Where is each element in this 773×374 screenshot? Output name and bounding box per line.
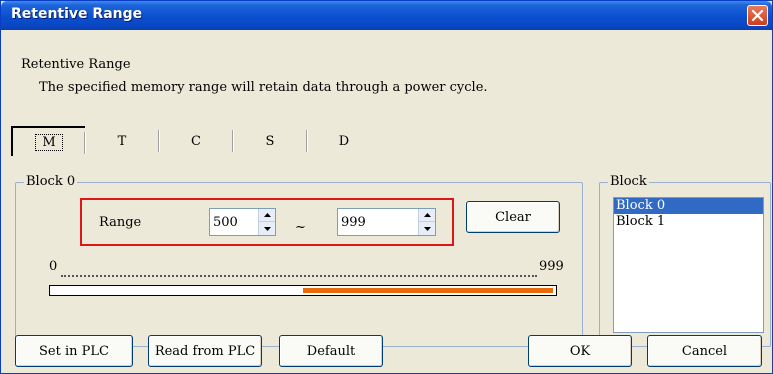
scale-max-label: 999 bbox=[539, 259, 564, 274]
spin-up-icon[interactable] bbox=[419, 209, 435, 222]
tab-m[interactable]: M bbox=[11, 126, 85, 156]
range-start-value[interactable]: 500 bbox=[213, 215, 238, 230]
block-settings-group: Block 0 Range 500 ~ 999 Clear 0 999 bbox=[15, 174, 583, 347]
range-highlight: Range 500 ~ 999 bbox=[80, 198, 454, 246]
tab-s[interactable]: S bbox=[233, 126, 307, 156]
clear-button[interactable]: Clear bbox=[466, 201, 560, 233]
tab-s-label: S bbox=[265, 133, 275, 149]
scale-dotted-line bbox=[61, 275, 537, 277]
dialog-content: Retentive Range The specified memory ran… bbox=[1, 30, 772, 373]
read-from-plc-button[interactable]: Read from PLC bbox=[148, 335, 262, 367]
range-bar bbox=[49, 285, 557, 296]
block-group-legend: Block 0 bbox=[24, 174, 78, 190]
range-end-value[interactable]: 999 bbox=[341, 215, 366, 230]
title-bar[interactable]: Retentive Range bbox=[1, 1, 772, 30]
list-item-block-1[interactable]: Block 1 bbox=[614, 214, 763, 230]
close-button[interactable] bbox=[747, 5, 768, 26]
ok-button[interactable]: OK bbox=[528, 335, 632, 367]
spin-down-icon[interactable] bbox=[259, 222, 275, 235]
block-list-group: Block Block 0 Block 1 bbox=[599, 174, 771, 347]
spin-down-icon[interactable] bbox=[419, 222, 435, 235]
range-separator: ~ bbox=[295, 220, 306, 235]
range-end-arrows bbox=[418, 209, 435, 235]
retentive-range-dialog: Retentive Range Retentive Range The spec… bbox=[0, 0, 773, 374]
list-item-block-0[interactable]: Block 0 bbox=[614, 198, 763, 214]
block-list-legend: Block bbox=[608, 174, 649, 190]
range-end-spinner[interactable]: 999 bbox=[337, 208, 436, 236]
tab-t-label: T bbox=[117, 133, 127, 149]
close-icon bbox=[751, 9, 764, 22]
tab-m-label: M bbox=[35, 133, 63, 151]
cancel-button[interactable]: Cancel bbox=[647, 335, 762, 367]
tab-d[interactable]: D bbox=[307, 126, 381, 156]
tab-d-label: D bbox=[338, 133, 350, 149]
tab-t[interactable]: T bbox=[85, 126, 159, 156]
header-description: The specified memory range will retain d… bbox=[39, 80, 488, 95]
window-title: Retentive Range bbox=[11, 6, 143, 22]
default-button[interactable]: Default bbox=[279, 335, 383, 367]
tab-c-label: C bbox=[191, 133, 201, 149]
range-label: Range bbox=[99, 215, 142, 230]
header-label: Retentive Range bbox=[21, 57, 131, 72]
block-listbox[interactable]: Block 0 Block 1 bbox=[613, 197, 764, 333]
scale-min-label: 0 bbox=[49, 259, 58, 274]
range-start-spinner[interactable]: 500 bbox=[209, 208, 276, 236]
device-tabs: M T C S D bbox=[11, 126, 441, 156]
range-start-arrows bbox=[258, 209, 275, 235]
spin-up-icon[interactable] bbox=[259, 209, 275, 222]
set-in-plc-button[interactable]: Set in PLC bbox=[15, 335, 133, 367]
range-bar-fill bbox=[303, 288, 554, 293]
tab-c[interactable]: C bbox=[159, 126, 233, 156]
